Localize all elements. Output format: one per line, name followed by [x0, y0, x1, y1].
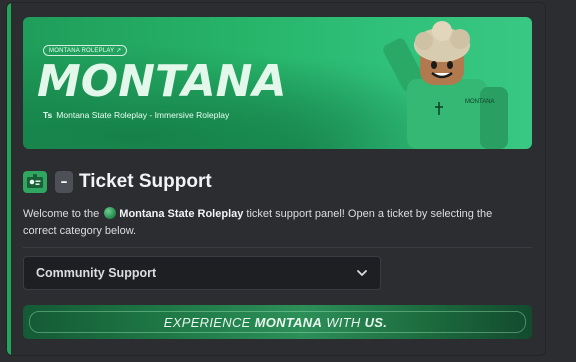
description-server-name: Montana State Roleplay	[119, 208, 244, 220]
id-card-icon	[23, 171, 47, 193]
avatar-eye-left	[431, 61, 437, 69]
panel-title: Ticket Support	[79, 171, 212, 192]
banner-subtitle-glyph: Ts	[43, 110, 53, 120]
embed-accent-bar	[7, 3, 11, 355]
footer-text-mid: WITH	[326, 314, 361, 330]
footer-banner-text: EXPERIENCE MONTANA WITH US.	[23, 305, 532, 339]
footer-text-end: US.	[364, 314, 388, 330]
banner-subtitle-text: Montana State Roleplay - Immersive Rolep…	[56, 110, 230, 120]
panel-description: Welcome to the Montana State Roleplay ti…	[23, 206, 528, 240]
footer-banner-image: EXPERIENCE MONTANA WITH US.	[23, 305, 532, 339]
chevron-down-icon	[357, 270, 367, 276]
avatar-arm-right	[480, 87, 508, 149]
avatar-torso	[407, 79, 487, 149]
montana-banner-image: MONTANA ROLEPLAY ↗ MONTANA Ts Montana Sta…	[23, 17, 532, 149]
panel-heading: – Ticket Support	[23, 169, 212, 195]
avatar-eye-right	[447, 61, 453, 69]
globe-icon	[104, 207, 117, 219]
ticket-category-select[interactable]: Community Support	[23, 256, 381, 290]
footer-text-bold: MONTANA	[254, 314, 323, 330]
avatar-shirt-text: MONTANA	[465, 99, 495, 105]
banner-tag: MONTANA ROLEPLAY ↗	[43, 45, 128, 56]
dash-badge: –	[55, 171, 73, 193]
avatar-smile	[431, 71, 453, 79]
banner-subtitle: Ts Montana State Roleplay - Immersive Rol…	[43, 110, 229, 120]
ticket-embed: MONTANA ROLEPLAY ↗ MONTANA Ts Montana Sta…	[6, 2, 546, 356]
description-prefix: Welcome to the	[23, 208, 103, 220]
section-divider	[23, 247, 532, 248]
banner-title: MONTANA	[37, 56, 287, 107]
footer-text-pre: EXPERIENCE	[163, 314, 251, 330]
select-value: Community Support	[36, 266, 157, 280]
avatar-character: MONTANA	[383, 21, 508, 149]
